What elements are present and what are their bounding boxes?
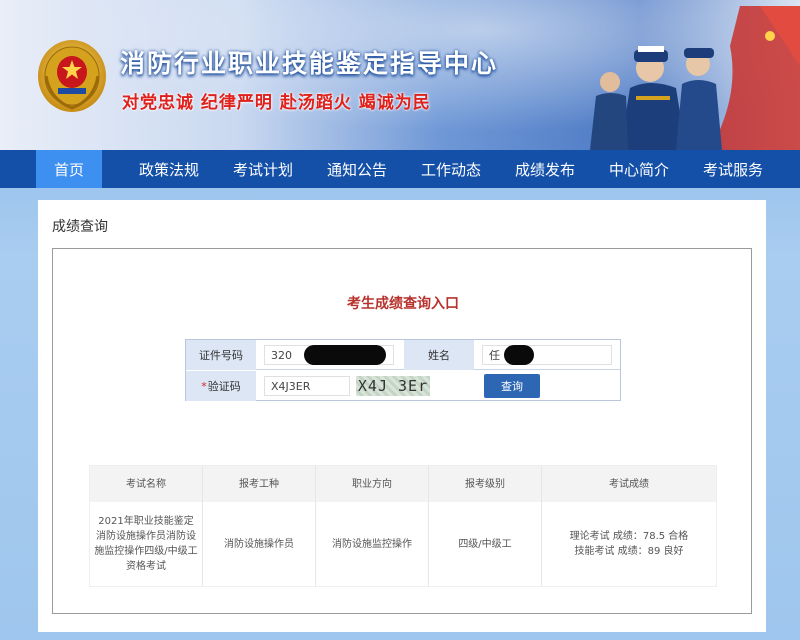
name-label: 姓名	[404, 340, 474, 370]
fire-rescue-emblem-icon	[38, 40, 106, 112]
captcha-image[interactable]: X4J 3Er	[356, 376, 430, 396]
header-job-type: 报考工种	[203, 466, 316, 502]
nav-item-home[interactable]: 首页	[36, 150, 102, 188]
cell-job-type: 消防设施操作员	[203, 502, 316, 586]
redaction-mark	[304, 345, 386, 365]
form-row-captcha: * 验证码 X4J3ER X4J 3Er 查询	[186, 371, 620, 401]
honor-guard-image	[590, 6, 800, 150]
score-skill: 技能考试 成绩：89 良好	[574, 546, 684, 557]
captcha-label-text: 验证码	[207, 380, 241, 393]
nav-item-services[interactable]: 考试服务	[686, 150, 780, 188]
captcha-input[interactable]: X4J3ER	[264, 376, 350, 396]
query-form: 证件号码 320 姓名 任 * 验证码 X4J3ER X4J 3Er 查询	[185, 339, 621, 401]
nav-item-exam-plan[interactable]: 考试计划	[216, 150, 310, 188]
header-banner: 消防行业职业技能鉴定指导中心 对党忠诚 纪律严明 赴汤蹈火 竭诚为民	[0, 0, 800, 150]
table-row: 2021年职业技能鉴定消防设施操作员消防设施监控操作四级/中级工资格考试 消防设…	[90, 502, 716, 586]
redaction-mark	[504, 345, 534, 365]
nav-item-news[interactable]: 工作动态	[404, 150, 498, 188]
cell-exam-name: 2021年职业技能鉴定消防设施操作员消防设施监控操作四级/中级工资格考试	[90, 502, 203, 586]
captcha-input-value: X4J3ER	[271, 379, 311, 393]
header-direction: 职业方向	[316, 466, 429, 502]
nav-item-notices[interactable]: 通知公告	[310, 150, 404, 188]
cell-direction: 消防设施监控操作	[316, 502, 429, 586]
main-nav: 首页 政策法规 考试计划 通知公告 工作动态 成绩发布 中心简介 考试服务	[0, 150, 800, 188]
panel-title: 成绩查询	[52, 219, 108, 235]
name-value: 任	[489, 349, 500, 362]
form-row-id: 证件号码 320 姓名 任	[186, 340, 620, 370]
required-mark: *	[201, 379, 207, 393]
nav-item-about[interactable]: 中心简介	[592, 150, 686, 188]
nav-item-policy[interactable]: 政策法规	[122, 150, 216, 188]
score-query-panel: 成绩查询 考生成绩查询入口 证件号码 320 姓名 任 * 验证码 X4J3ER…	[38, 200, 766, 632]
slogan: 对党忠诚 纪律严明 赴汤蹈火 竭诚为民	[122, 93, 431, 113]
table-header: 考试名称 报考工种 职业方向 报考级别 考试成绩	[90, 466, 716, 502]
cell-level: 四级/中级工	[429, 502, 542, 586]
header-score: 考试成绩	[609, 478, 649, 490]
nav-item-results[interactable]: 成绩发布	[498, 150, 592, 188]
id-number-value: 320	[271, 348, 292, 362]
section-title: 考生成绩查询入口	[347, 296, 459, 312]
results-table: 考试名称 报考工种 职业方向 报考级别 考试成绩 2021年职业技能鉴定消防设施…	[89, 465, 717, 587]
score-list: 理论考试 成绩：78.5 合格 技能考试 成绩：89 良好	[570, 529, 689, 559]
id-label: 证件号码	[186, 340, 256, 370]
name-input[interactable]: 任	[482, 345, 612, 365]
header-level: 报考级别	[429, 466, 542, 502]
score-theory: 理论考试 成绩：78.5 合格	[569, 531, 689, 542]
site-title: 消防行业职业技能鉴定指导中心	[120, 49, 499, 78]
cell-score: 理论考试 成绩：78.5 合格 技能考试 成绩：89 良好	[542, 502, 716, 586]
query-box: 考生成绩查询入口 证件号码 320 姓名 任 * 验证码 X4J3ER X4J …	[52, 248, 752, 614]
query-button[interactable]: 查询	[484, 374, 540, 398]
header-exam-name: 考试名称	[90, 466, 203, 502]
captcha-label: * 验证码	[186, 371, 256, 401]
